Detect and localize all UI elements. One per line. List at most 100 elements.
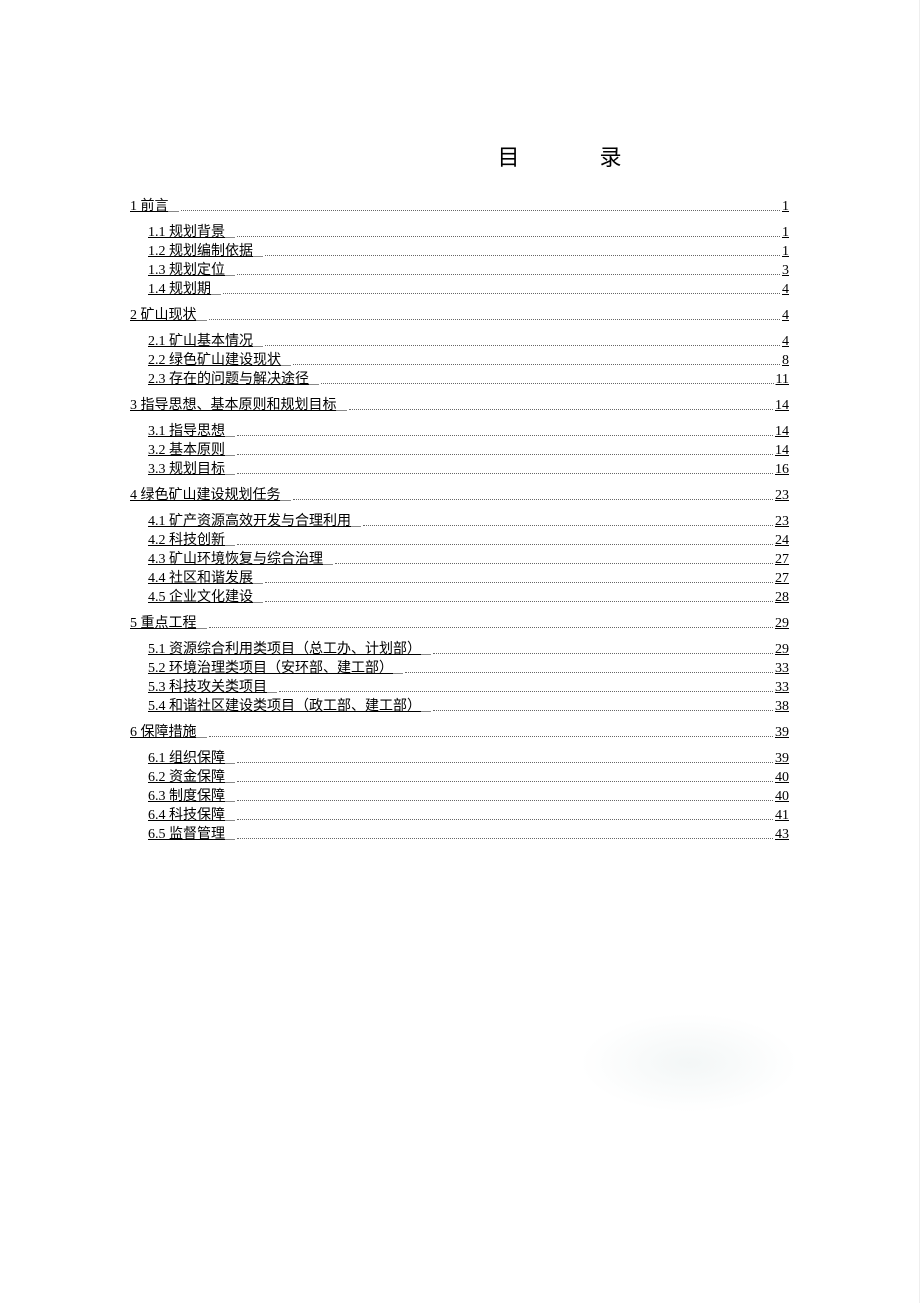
toc-entry-page[interactable]: 11 — [776, 373, 789, 387]
toc-leader-dots — [181, 210, 781, 211]
toc-entry-page[interactable]: 41 — [775, 809, 789, 823]
toc-entry: 6.3 制度保障 40 — [130, 790, 789, 804]
toc-entry: 6.1 组织保障 39 — [130, 752, 789, 766]
toc-label-underline-tail — [253, 602, 263, 603]
toc-entry-page[interactable]: 1 — [782, 226, 789, 240]
toc-label-underline-tail — [169, 211, 179, 212]
toc-entry: 6 保障措施 39 — [130, 726, 789, 740]
toc-entry-label[interactable]: 5.4 和谐社区建设类项目（政工部、建工部） — [148, 700, 421, 714]
toc-label-underline-tail — [253, 346, 263, 347]
toc-entry: 3 指导思想、基本原则和规划目标 14 — [130, 399, 789, 413]
toc-entry-label[interactable]: 4.1 矿产资源高效开发与合理利用 — [148, 515, 351, 529]
toc-entry-page[interactable]: 29 — [775, 643, 789, 657]
toc-entry-label[interactable]: 6.4 科技保障 — [148, 809, 225, 823]
toc-entry-label[interactable]: 5.2 环境治理类项目（安环部、建工部） — [148, 662, 393, 676]
toc-entry-label[interactable]: 2.3 存在的问题与解决途径 — [148, 373, 309, 387]
toc-label-underline-tail — [225, 545, 235, 546]
toc-entry-label[interactable]: 4.5 企业文化建设 — [148, 591, 253, 605]
toc-entry: 6.5 监督管理 43 — [130, 828, 789, 842]
toc-leader-dots — [363, 525, 773, 526]
toc-entry-page[interactable]: 1 — [782, 200, 789, 214]
toc-entry: 4.5 企业文化建设 28 — [130, 591, 789, 605]
toc-entry-label[interactable]: 1.4 规划期 — [148, 283, 211, 297]
toc-entry-page[interactable]: 4 — [782, 283, 789, 297]
toc-entry-page[interactable]: 24 — [775, 534, 789, 548]
toc-leader-dots — [265, 345, 780, 346]
toc-label-underline-tail — [225, 237, 235, 238]
toc-entry-page[interactable]: 28 — [775, 591, 789, 605]
toc-entry-page[interactable]: 40 — [775, 771, 789, 785]
toc-entry-page[interactable]: 1 — [782, 245, 789, 259]
toc-leader-dots — [237, 838, 773, 839]
toc-entry-label[interactable]: 6.3 制度保障 — [148, 790, 225, 804]
toc-entry-label[interactable]: 2 矿山现状 — [130, 309, 197, 323]
toc-entry-page[interactable]: 14 — [775, 399, 789, 413]
toc-leader-dots — [405, 672, 773, 673]
toc-entry-page[interactable]: 40 — [775, 790, 789, 804]
toc-entry: 5.3 科技攻关类项目 33 — [130, 681, 789, 695]
toc-label-underline-tail — [351, 526, 361, 527]
toc-entry-label[interactable]: 1 前言 — [130, 200, 169, 214]
toc-entry-label[interactable]: 6 保障措施 — [130, 726, 197, 740]
toc-entry-label[interactable]: 1.3 规划定位 — [148, 264, 225, 278]
toc-entry-page[interactable]: 33 — [775, 681, 789, 695]
toc-leader-dots — [265, 255, 780, 256]
toc-entry-label[interactable]: 1.2 规划编制依据 — [148, 245, 253, 259]
toc-entry-label[interactable]: 6.5 监督管理 — [148, 828, 225, 842]
toc-entry-page[interactable]: 4 — [782, 309, 789, 323]
toc-entry-label[interactable]: 4.2 科技创新 — [148, 534, 225, 548]
toc-entry-label[interactable]: 6.2 资金保障 — [148, 771, 225, 785]
toc-entry-page[interactable]: 8 — [782, 354, 789, 368]
toc-entry-page[interactable]: 16 — [775, 463, 789, 477]
toc-entry-page[interactable]: 39 — [775, 752, 789, 766]
toc-leader-dots — [279, 691, 773, 692]
toc-label-underline-tail — [225, 801, 235, 802]
toc-entry: 6.2 资金保障 40 — [130, 771, 789, 785]
toc-leader-dots — [209, 627, 774, 628]
toc-label-underline-tail — [309, 384, 319, 385]
toc-entry-page[interactable]: 23 — [775, 489, 789, 503]
toc-entry-label[interactable]: 4.3 矿山环境恢复与综合治理 — [148, 553, 323, 567]
toc-entry-page[interactable]: 39 — [775, 726, 789, 740]
toc-label-underline-tail — [253, 256, 263, 257]
toc-entry-label[interactable]: 3.3 规划目标 — [148, 463, 225, 477]
toc-entry-page[interactable]: 38 — [775, 700, 789, 714]
toc-leader-dots — [433, 653, 773, 654]
toc-entry-page[interactable]: 33 — [775, 662, 789, 676]
toc-entry-label[interactable]: 5 重点工程 — [130, 617, 197, 631]
toc-entry-page[interactable]: 43 — [775, 828, 789, 842]
toc-entry-page[interactable]: 23 — [775, 515, 789, 529]
toc-leader-dots — [237, 762, 773, 763]
toc-label-underline-tail — [225, 763, 235, 764]
toc-entry: 4.1 矿产资源高效开发与合理利用 23 — [130, 515, 789, 529]
watermark-image — [579, 1013, 799, 1113]
toc-entry: 5.1 资源综合利用类项目（总工办、计划部） 29 — [130, 643, 789, 657]
toc-entry-label[interactable]: 1.1 规划背景 — [148, 226, 225, 240]
toc-entry-page[interactable]: 4 — [782, 335, 789, 349]
toc-label-underline-tail — [421, 654, 431, 655]
toc-entry-label[interactable]: 3.1 指导思想 — [148, 425, 225, 439]
toc-leader-dots — [237, 544, 773, 545]
toc-entry-label[interactable]: 2.1 矿山基本情况 — [148, 335, 253, 349]
toc-label-underline-tail — [337, 410, 347, 411]
toc-entry-label[interactable]: 3.2 基本原则 — [148, 444, 225, 458]
toc-entry-page[interactable]: 3 — [782, 264, 789, 278]
toc-leader-dots — [237, 454, 773, 455]
toc-entry-label[interactable]: 5.1 资源综合利用类项目（总工办、计划部） — [148, 643, 421, 657]
toc-entry-label[interactable]: 3 指导思想、基本原则和规划目标 — [130, 399, 337, 413]
toc-leader-dots — [237, 800, 773, 801]
toc-entry-page[interactable]: 29 — [775, 617, 789, 631]
toc-leader-dots — [293, 364, 780, 365]
toc-entry-page[interactable]: 14 — [775, 444, 789, 458]
toc-entry-label[interactable]: 6.1 组织保障 — [148, 752, 225, 766]
toc-entry-label[interactable]: 5.3 科技攻关类项目 — [148, 681, 267, 695]
toc-entry: 3.1 指导思想 14 — [130, 425, 789, 439]
toc-entry-page[interactable]: 14 — [775, 425, 789, 439]
toc-entry-label[interactable]: 4 绿色矿山建设规划任务 — [130, 489, 281, 503]
toc-entry-page[interactable]: 27 — [775, 553, 789, 567]
toc-leader-dots — [321, 383, 774, 384]
toc-entry-label[interactable]: 2.2 绿色矿山建设现状 — [148, 354, 281, 368]
toc-entry-page[interactable]: 27 — [775, 572, 789, 586]
toc-leader-dots — [335, 563, 773, 564]
toc-entry-label[interactable]: 4.4 社区和谐发展 — [148, 572, 253, 586]
